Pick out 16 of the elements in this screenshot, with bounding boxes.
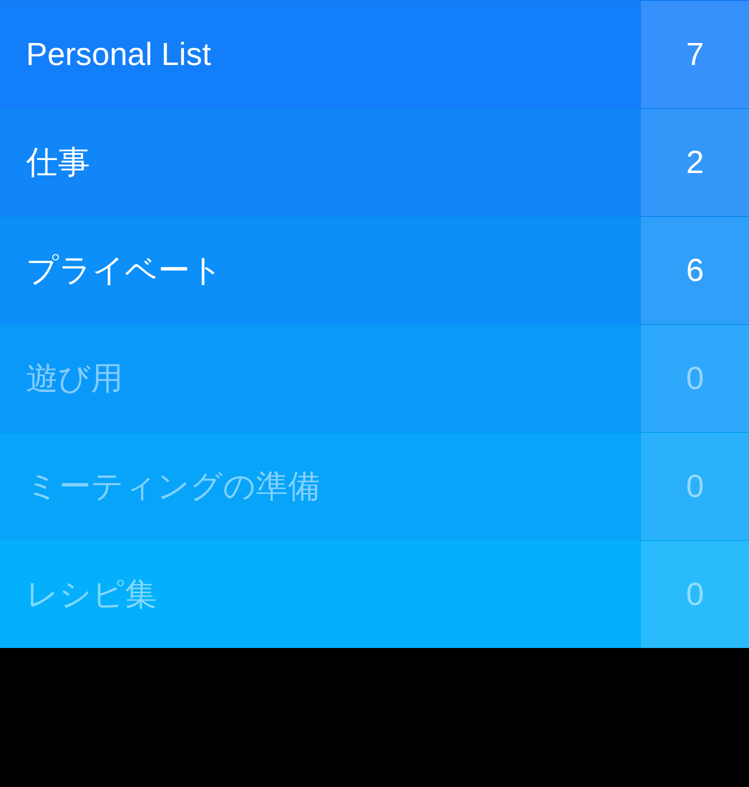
item-count: 6 bbox=[641, 217, 749, 324]
list-row[interactable]: プライベート 6 bbox=[0, 216, 749, 324]
item-count: 0 bbox=[641, 325, 749, 432]
list-name: 遊び用 bbox=[25, 358, 124, 398]
list-name: プライベート bbox=[25, 250, 224, 290]
item-count: 2 bbox=[641, 109, 749, 216]
list-name: ミーティングの準備 bbox=[25, 466, 321, 506]
list-row[interactable]: 遊び用 0 bbox=[0, 324, 749, 432]
item-count: 0 bbox=[641, 433, 749, 540]
list-name: レシピ集 bbox=[25, 574, 158, 614]
list-name: 仕事 bbox=[25, 142, 91, 182]
list-row[interactable]: 仕事 2 bbox=[0, 108, 749, 216]
item-count: 0 bbox=[641, 541, 749, 648]
list-row[interactable]: Personal List 7 bbox=[0, 0, 749, 108]
list-name: Personal List bbox=[25, 35, 212, 74]
item-count: 7 bbox=[641, 1, 749, 108]
